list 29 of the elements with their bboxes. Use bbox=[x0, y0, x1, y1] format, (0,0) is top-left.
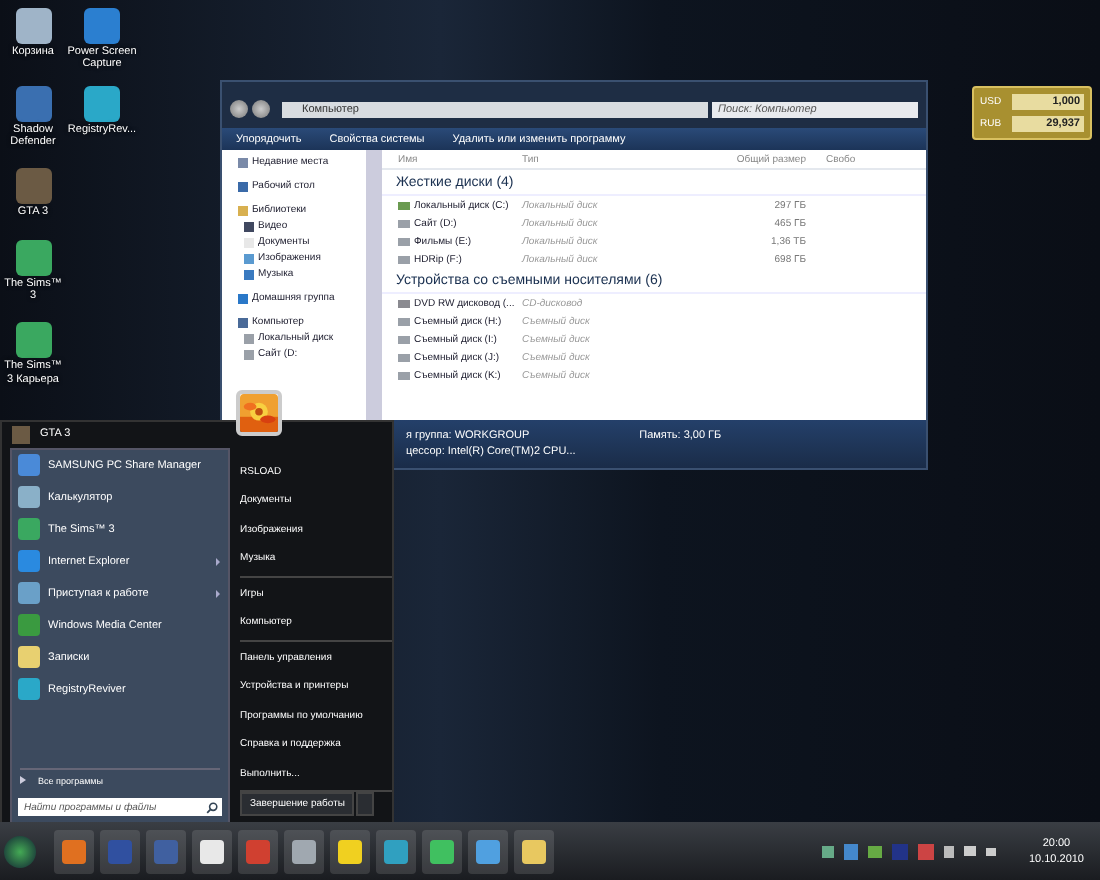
game-icon bbox=[12, 425, 30, 444]
shortcut-icon[interactable] bbox=[15, 8, 51, 44]
forward-button[interactable] bbox=[252, 100, 270, 118]
shortcut-icon[interactable] bbox=[84, 85, 120, 122]
program-icon bbox=[18, 678, 40, 700]
program-icon bbox=[18, 646, 40, 668]
taskbar-icon[interactable] bbox=[468, 829, 508, 873]
folder-icon bbox=[238, 293, 248, 303]
taskbar-icon[interactable] bbox=[376, 829, 416, 873]
taskbar-icon[interactable] bbox=[192, 829, 232, 873]
program-icon bbox=[18, 518, 40, 540]
search-icon bbox=[206, 801, 218, 813]
taskbar-icon[interactable] bbox=[514, 829, 554, 873]
back-button[interactable] bbox=[230, 100, 248, 118]
taskbar-icon[interactable] bbox=[284, 829, 324, 873]
shortcut-icon[interactable] bbox=[15, 239, 51, 276]
program-icon bbox=[18, 614, 40, 636]
program-icon bbox=[18, 582, 40, 604]
shortcut-icon[interactable] bbox=[15, 85, 51, 122]
folder-icon bbox=[238, 181, 248, 191]
start-button[interactable] bbox=[4, 835, 36, 867]
arrow-icon bbox=[20, 776, 26, 784]
taskbar-icon[interactable] bbox=[422, 829, 462, 873]
program-icon bbox=[18, 550, 40, 572]
taskbar-icon[interactable] bbox=[330, 829, 370, 873]
shortcut-icon[interactable] bbox=[15, 322, 51, 359]
program-icon bbox=[18, 486, 40, 508]
program-icon bbox=[18, 454, 40, 476]
folder-icon bbox=[238, 157, 248, 167]
